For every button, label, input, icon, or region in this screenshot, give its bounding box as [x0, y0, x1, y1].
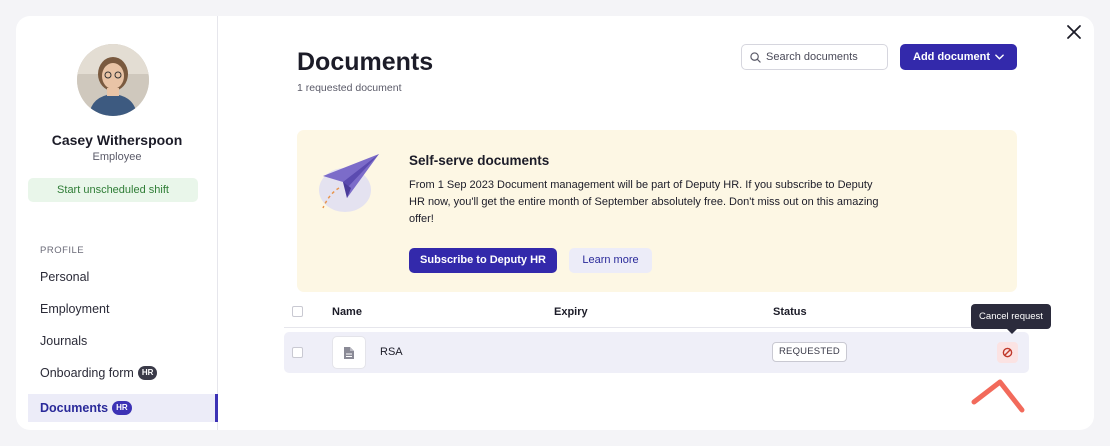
column-header-status[interactable]: Status — [773, 306, 807, 318]
page-subtitle: 1 requested document — [297, 82, 402, 94]
document-name[interactable]: RSA — [380, 346, 403, 358]
cancel-icon — [1002, 347, 1013, 358]
hr-badge: HR — [137, 366, 158, 380]
table-row[interactable]: RSA REQUESTED — [284, 332, 1029, 373]
sidebar-item-label: Onboarding form — [40, 366, 134, 380]
learn-more-button[interactable]: Learn more — [569, 248, 652, 273]
page-title: Documents — [297, 48, 434, 76]
avatar — [77, 44, 149, 116]
search-icon — [750, 51, 761, 63]
profile-sidebar: Casey Witherspoon Employee Start unsched… — [16, 16, 218, 430]
annotation-arrow-icon — [971, 379, 1025, 413]
paper-plane-illustration — [319, 154, 379, 212]
table-header: Name Expiry Status — [284, 300, 1029, 328]
column-header-expiry[interactable]: Expiry — [554, 306, 588, 318]
sidebar-item-employment[interactable]: Employment — [28, 295, 218, 323]
column-header-name[interactable]: Name — [332, 306, 362, 318]
add-document-button[interactable]: Add document — [900, 44, 1017, 70]
cancel-request-button[interactable] — [997, 342, 1018, 363]
sidebar-item-label: Journals — [40, 334, 88, 348]
sidebar-item-label: Employment — [40, 302, 110, 316]
self-serve-banner: Self-serve documents From 1 Sep 2023 Doc… — [297, 130, 1017, 292]
close-icon[interactable] — [1064, 22, 1084, 42]
sidebar-item-documents[interactable]: Documents HR — [28, 394, 218, 422]
profile-modal: Casey Witherspoon Employee Start unsched… — [16, 16, 1094, 430]
chevron-down-icon — [995, 54, 1004, 60]
search-box[interactable] — [741, 44, 888, 70]
sidebar-item-journals[interactable]: Journals — [28, 327, 218, 355]
cancel-request-tooltip: Cancel request — [971, 304, 1051, 334]
sidebar-item-label: Documents — [40, 401, 109, 415]
banner-text: From 1 Sep 2023 Document management will… — [409, 179, 879, 225]
sidebar-item-personal[interactable]: Personal — [28, 263, 218, 291]
subscribe-button[interactable]: Subscribe to Deputy HR — [409, 248, 557, 273]
search-input[interactable] — [766, 51, 881, 63]
sidebar-item-onboarding-form[interactable]: Onboarding form HR — [28, 359, 218, 387]
sidebar-item-label: Personal — [40, 270, 90, 284]
user-name: Casey Witherspoon — [51, 132, 183, 148]
start-unscheduled-shift-button[interactable]: Start unscheduled shift — [28, 178, 198, 202]
file-thumbnail — [332, 336, 366, 369]
status-badge: REQUESTED — [772, 342, 847, 362]
profile-section-label: PROFILE — [40, 245, 85, 256]
avatar-image — [77, 44, 149, 116]
user-role: Employee — [92, 151, 142, 163]
banner-title: Self-serve documents — [409, 153, 550, 168]
select-all-checkbox[interactable] — [292, 306, 303, 317]
hr-badge: HR — [112, 401, 132, 415]
file-icon — [344, 346, 354, 359]
add-document-label: Add document — [913, 51, 990, 63]
row-checkbox[interactable] — [292, 347, 303, 358]
